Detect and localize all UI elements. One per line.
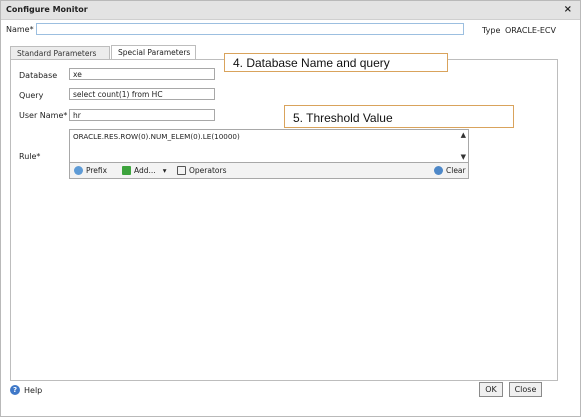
rule-textarea[interactable]: ORACLE.RES.ROW(0).NUM_ELEM(0).LE(10000) … <box>69 129 469 163</box>
query-label: Query <box>19 91 44 100</box>
tab-standard-parameters[interactable]: Standard Parameters <box>10 46 110 60</box>
prefix-button[interactable]: Prefix <box>74 166 107 175</box>
add-label: Add... <box>134 166 156 175</box>
callout-threshold: 5. Threshold Value <box>284 105 514 128</box>
username-label: User Name* <box>19 111 68 120</box>
help-label: Help <box>24 385 43 395</box>
tab-special-parameters[interactable]: Special Parameters <box>111 45 196 60</box>
rule-text: ORACLE.RES.ROW(0).NUM_ELEM(0).LE(10000) <box>73 132 240 141</box>
name-label: Name* <box>6 25 34 34</box>
rule-toolbar: Prefix Add... ▾ Operators Clear <box>69 163 469 179</box>
help-link[interactable]: ? Help <box>10 385 42 395</box>
database-field[interactable]: xe <box>69 68 215 80</box>
scroll-down-icon[interactable]: ▼ <box>461 153 466 161</box>
eraser-icon <box>434 166 443 175</box>
title-bar: Configure Monitor × <box>1 1 580 20</box>
dialog-title: Configure Monitor <box>6 5 88 14</box>
scroll-up-icon[interactable]: ▲ <box>461 131 466 139</box>
close-icon[interactable]: × <box>564 4 572 15</box>
help-icon: ? <box>10 385 20 395</box>
chevron-down-icon: ▾ <box>162 166 167 175</box>
prefix-label: Prefix <box>86 166 108 175</box>
query-field[interactable]: select count(1) from HC <box>69 88 215 100</box>
prefix-icon <box>74 166 83 175</box>
add-icon <box>122 166 131 175</box>
name-field[interactable] <box>36 23 464 35</box>
add-button[interactable]: Add... ▾ <box>122 166 166 175</box>
configure-monitor-dialog: Configure Monitor × Name* Type ORACLE-EC… <box>0 0 581 417</box>
ok-button[interactable]: OK <box>479 382 503 397</box>
operators-label: Operators <box>189 166 227 175</box>
operators-button[interactable]: Operators <box>177 166 226 175</box>
database-label: Database <box>19 71 58 80</box>
rule-label: Rule* <box>19 152 41 161</box>
clear-button[interactable]: Clear <box>434 166 466 175</box>
close-button[interactable]: Close <box>509 382 542 397</box>
callout-database-query: 4. Database Name and query <box>224 53 448 72</box>
clear-label: Clear <box>446 166 466 175</box>
type-value: ORACLE-ECV <box>505 26 556 35</box>
sigma-icon <box>177 166 186 175</box>
username-field[interactable]: hr <box>69 109 215 121</box>
type-label: Type <box>482 26 501 35</box>
